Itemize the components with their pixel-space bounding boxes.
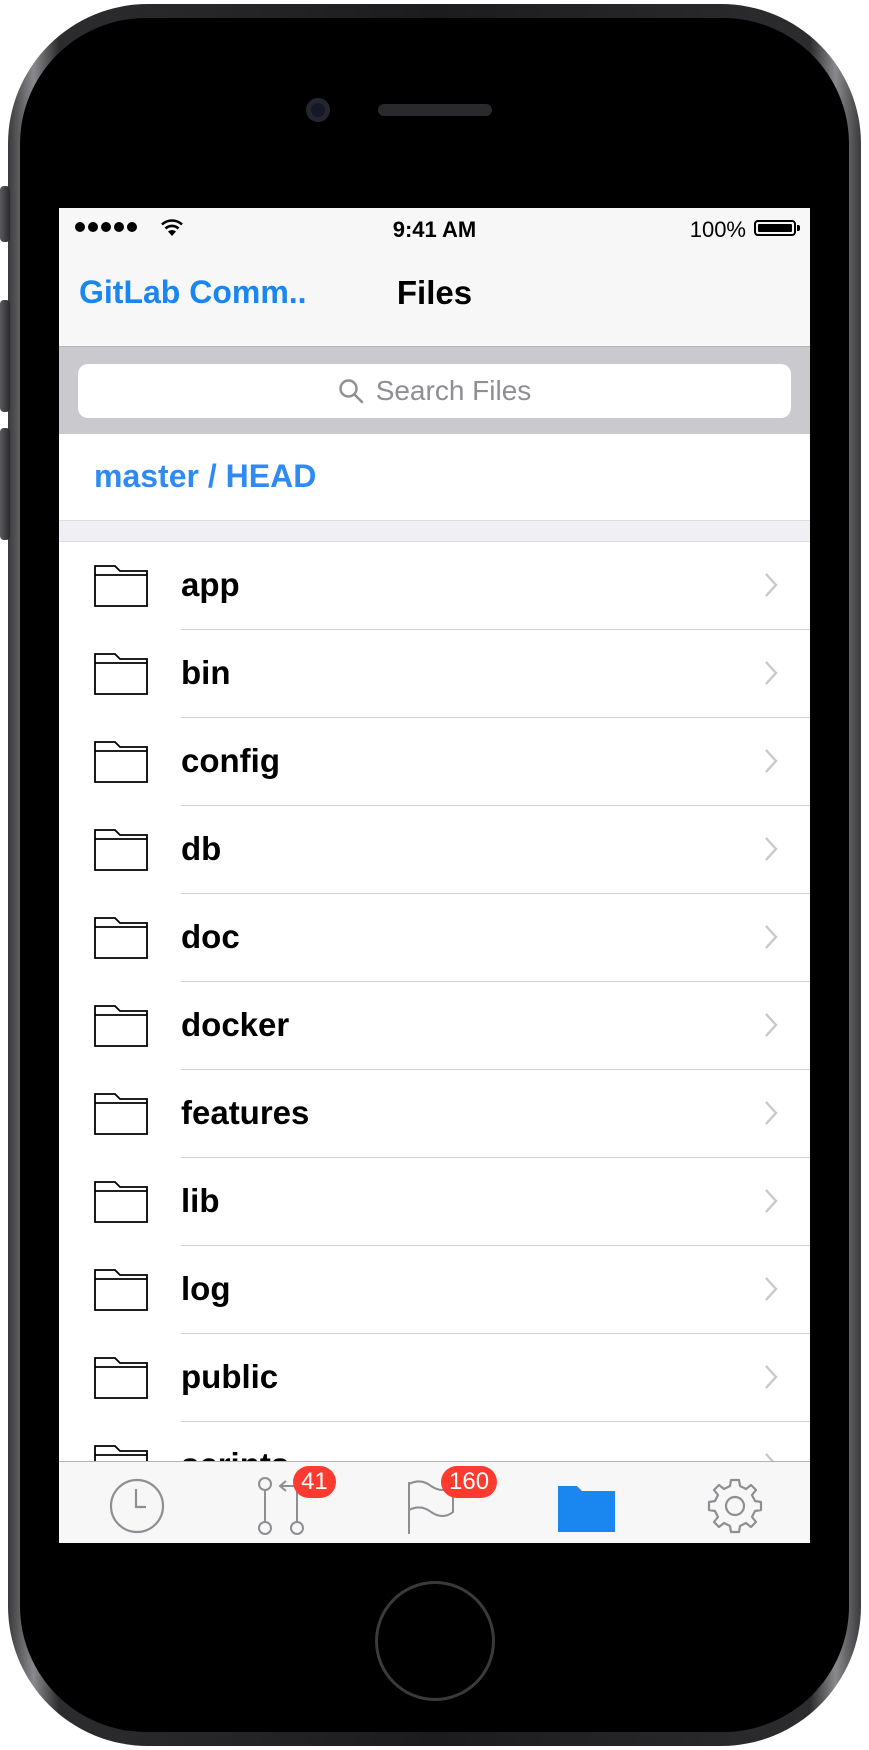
folder-icon: [94, 829, 148, 871]
list-item[interactable]: db: [59, 806, 810, 894]
battery-icon: [754, 220, 800, 236]
branch-label: master / HEAD: [94, 458, 317, 494]
file-name: public: [181, 1358, 279, 1395]
list-item[interactable]: bin: [59, 630, 810, 718]
list-item[interactable]: app: [59, 542, 810, 630]
clock-icon: [109, 1478, 165, 1534]
issues-badge: 160: [441, 1466, 498, 1498]
list-item[interactable]: public: [59, 1334, 810, 1422]
list-item[interactable]: features: [59, 1070, 810, 1158]
folder-icon: [94, 653, 148, 695]
chevron-right-icon: [765, 837, 778, 861]
file-name: config: [181, 742, 280, 779]
folder-icon: [94, 565, 148, 607]
file-name: lib: [181, 1182, 220, 1219]
phone-frame: 9:41 AM 100% GitLab Comm.. Files Search …: [0, 0, 869, 1750]
file-name: app: [181, 566, 240, 603]
folder-icon: [94, 917, 148, 959]
file-name: doc: [181, 918, 240, 955]
folder-icon: [558, 1486, 615, 1532]
chevron-right-icon: [765, 573, 778, 597]
volume-down-button: [0, 428, 10, 540]
list-item[interactable]: config: [59, 718, 810, 806]
file-name: docker: [181, 1006, 290, 1043]
chevron-right-icon: [765, 925, 778, 949]
tab-settings[interactable]: [705, 1476, 765, 1536]
list-item[interactable]: doc: [59, 894, 810, 982]
navigation-bar: GitLab Comm.. Files: [59, 248, 810, 346]
folder-icon: [94, 1005, 148, 1047]
search-bar: Search Files: [59, 346, 810, 435]
list-item[interactable]: lib: [59, 1158, 810, 1246]
page-title: Files: [396, 274, 473, 311]
front-camera: [306, 98, 330, 122]
tab-bar: 41 160: [59, 1461, 810, 1543]
branch-selector[interactable]: master / HEAD: [59, 434, 810, 520]
section-separator: [59, 520, 810, 542]
folder-icon: [94, 741, 148, 783]
list-item[interactable]: docker: [59, 982, 810, 1070]
chevron-right-icon: [765, 1101, 778, 1125]
search-placeholder: Search Files: [375, 375, 532, 406]
chevron-right-icon: [765, 1189, 778, 1213]
file-list: app bin config db doc docker features li…: [59, 542, 810, 1510]
chevron-right-icon: [765, 1277, 778, 1301]
tab-merge-requests[interactable]: 41: [255, 1466, 336, 1536]
chevron-right-icon: [765, 1013, 778, 1037]
status-bar: 9:41 AM 100%: [59, 208, 810, 248]
tab-activity[interactable]: [107, 1476, 167, 1536]
search-icon: [338, 379, 363, 404]
tab-issues[interactable]: 160: [405, 1466, 498, 1536]
chevron-right-icon: [765, 1365, 778, 1389]
mute-switch: [0, 186, 10, 242]
volume-up-button: [0, 300, 10, 412]
gear-icon: [707, 1478, 763, 1534]
tab-files[interactable]: [557, 1476, 617, 1536]
list-item[interactable]: log: [59, 1246, 810, 1334]
chevron-right-icon: [765, 661, 778, 685]
file-name: features: [181, 1094, 310, 1131]
folder-icon: [94, 1357, 148, 1399]
folder-icon: [94, 1093, 148, 1135]
screen: 9:41 AM 100% GitLab Comm.. Files Search …: [59, 208, 810, 1543]
file-name: log: [181, 1270, 231, 1307]
search-input[interactable]: Search Files: [78, 364, 791, 418]
home-button[interactable]: [378, 1584, 492, 1698]
chevron-right-icon: [765, 749, 778, 773]
file-name: db: [181, 830, 222, 867]
file-name: bin: [181, 654, 231, 691]
folder-icon: [94, 1269, 148, 1311]
merge-requests-badge: 41: [293, 1466, 336, 1498]
battery-percentage: 100%: [689, 217, 746, 242]
folder-icon: [94, 1181, 148, 1223]
earpiece-speaker: [378, 104, 492, 116]
